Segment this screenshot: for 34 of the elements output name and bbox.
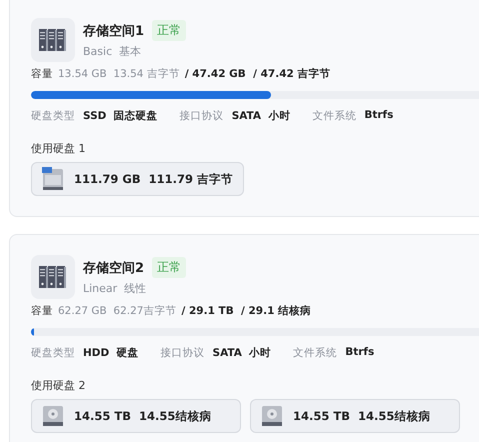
spec-label: 接口协议	[180, 109, 224, 123]
capacity-label: 容量	[31, 304, 53, 318]
capacity-total: / 47.42 GB / 47.42 吉字节	[184, 67, 330, 81]
server-icon	[31, 255, 75, 299]
spec-value: HDD 硬盘	[83, 346, 139, 360]
disk-chip[interactable]: 111.79 GB 111.79 吉字节	[31, 162, 244, 196]
hard-disk-icon	[261, 405, 283, 427]
spec-value: SATA 小时	[232, 109, 290, 123]
capacity-used: 13.54 GB 13.54 吉字节	[58, 67, 180, 81]
spec-value: Btrfs	[345, 346, 374, 360]
server-icon	[31, 18, 75, 62]
spec-label: 文件系统	[293, 346, 338, 360]
spec-label: 硬盘类型	[31, 109, 75, 123]
spec-value: Btrfs	[364, 109, 394, 123]
raid-type: Basic 基本	[83, 44, 142, 59]
capacity-used: 62.27 GB 62.27吉字节	[58, 304, 176, 318]
capacity-label: 容量	[31, 67, 53, 81]
ssd-icon	[42, 167, 64, 191]
spec-value: SSD 固态硬盘	[83, 109, 158, 123]
pool-name: 存储空间2	[83, 260, 144, 276]
disks-label: 使用硬盘 1	[31, 141, 86, 156]
spec-label: 接口协议	[160, 346, 205, 360]
disks-label: 使用硬盘 2	[31, 378, 86, 393]
status-tag: 正常	[152, 257, 186, 278]
disk-chip[interactable]: 14.55 TB 14.55结核病	[250, 399, 460, 433]
spec-label: 硬盘类型	[31, 346, 75, 360]
status-tag: 正常	[152, 20, 186, 41]
raid-type: Linear 线性	[83, 281, 148, 296]
spec-label: 文件系统	[312, 109, 356, 123]
spec-value: SATA 小时	[212, 346, 272, 360]
disk-chip[interactable]: 14.55 TB 14.55结核病	[31, 399, 241, 433]
hard-disk-icon	[42, 405, 64, 427]
pool-name: 存储空间1	[83, 22, 144, 40]
capacity-total: / 29.1 TB / 29.1 结核病	[181, 304, 312, 318]
